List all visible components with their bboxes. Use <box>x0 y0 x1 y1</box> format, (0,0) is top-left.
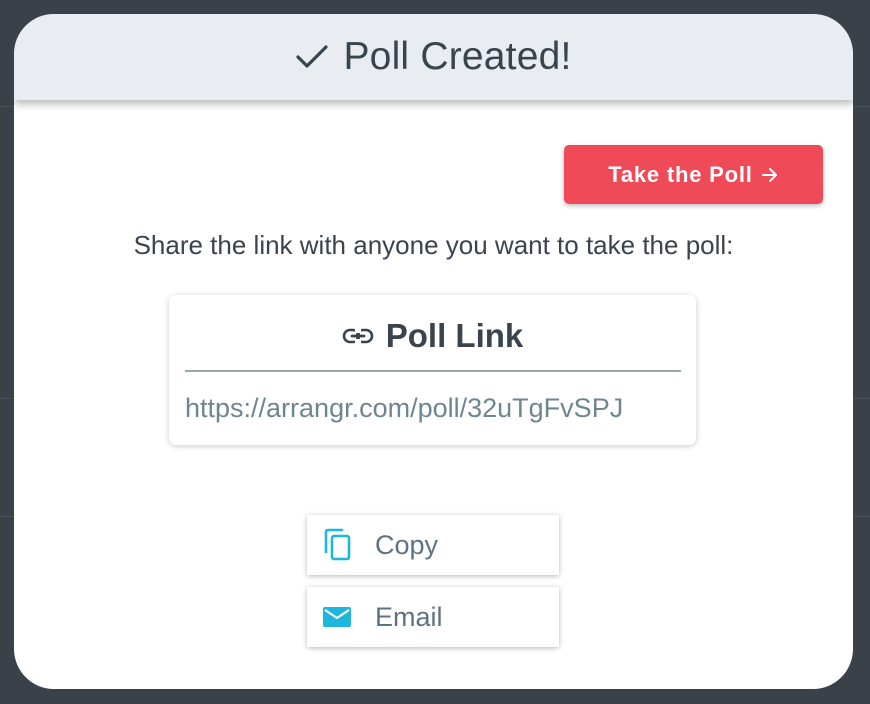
link-chain-icon <box>342 327 374 345</box>
take-the-poll-button[interactable]: Take the Poll <box>564 145 823 204</box>
modal-title-group: Poll Created! <box>295 35 571 79</box>
copy-button[interactable]: Copy <box>307 515 559 575</box>
modal-header: Poll Created! <box>14 14 853 100</box>
email-button[interactable]: Email <box>307 587 559 647</box>
poll-link-heading: Poll Link <box>169 317 696 355</box>
share-instruction: Share the link with anyone you want to t… <box>133 230 734 260</box>
poll-link-title: Poll Link <box>385 317 524 354</box>
poll-url[interactable]: https://arrangr.com/poll/32uTgFvSPJ <box>185 393 685 424</box>
poll-created-modal: Poll Created! Take the Poll Share the li… <box>14 14 853 689</box>
check-icon <box>295 44 329 70</box>
envelope-icon <box>321 605 353 629</box>
modal-title: Poll Created! <box>343 35 572 78</box>
email-label: Email <box>375 601 443 632</box>
take-the-poll-label: Take the Poll <box>608 161 753 187</box>
link-divider <box>185 370 681 372</box>
arrow-right-icon <box>761 167 779 183</box>
poll-link-card: Poll Link https://arrangr.com/poll/32uTg… <box>169 295 696 445</box>
copy-label: Copy <box>375 529 439 560</box>
copy-icon <box>321 528 353 562</box>
